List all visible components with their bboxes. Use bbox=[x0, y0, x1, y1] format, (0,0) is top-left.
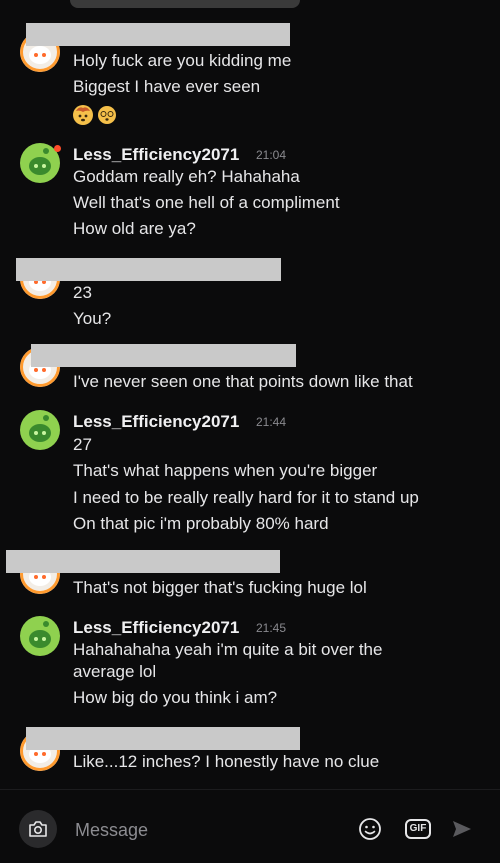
avatar-eye bbox=[34, 431, 38, 435]
message-line: That's not bigger that's fucking huge lo… bbox=[73, 578, 367, 597]
avatar-antenna bbox=[43, 148, 49, 154]
message-line: On that pic i'm probably 80% hard bbox=[73, 514, 329, 533]
redacted-username bbox=[26, 23, 290, 46]
message-line: Holy fuck are you kidding me bbox=[73, 51, 292, 70]
message-line: I need to be really really hard for it t… bbox=[73, 488, 419, 507]
send-button[interactable] bbox=[449, 816, 475, 842]
message-line: Well that's one hell of a compliment bbox=[73, 193, 340, 212]
avatar-eye bbox=[42, 431, 46, 435]
emoji-button[interactable] bbox=[357, 816, 383, 842]
avatar-head bbox=[29, 630, 51, 648]
emoji-icon bbox=[359, 818, 381, 840]
timestamp: 21:44 bbox=[256, 415, 287, 429]
redacted-username bbox=[16, 258, 281, 281]
avatar-antenna bbox=[43, 621, 49, 627]
avatar-antenna bbox=[43, 415, 49, 421]
avatar-eye bbox=[34, 637, 38, 641]
shared-image-preview[interactable] bbox=[70, 0, 300, 8]
camera-button[interactable] bbox=[19, 810, 57, 848]
message-input[interactable] bbox=[73, 817, 337, 843]
avatar-head bbox=[29, 424, 51, 442]
avatar-head bbox=[29, 157, 51, 175]
message-line: How old are ya? bbox=[73, 219, 196, 238]
exploding-head-emoji bbox=[73, 105, 93, 125]
username[interactable]: Less_Efficiency2071 bbox=[73, 617, 239, 639]
message-line: That's what happens when you're bigger bbox=[73, 461, 378, 480]
avatar-eye bbox=[42, 164, 46, 168]
message-composer: GIF bbox=[0, 789, 500, 863]
avatar-eye bbox=[42, 637, 46, 641]
username[interactable]: Less_Efficiency2071 bbox=[73, 144, 239, 166]
avatar-eye bbox=[34, 164, 38, 168]
redacted-username bbox=[6, 550, 280, 573]
timestamp: 21:04 bbox=[256, 148, 287, 162]
send-icon bbox=[453, 821, 471, 837]
online-status-dot bbox=[54, 145, 61, 152]
message-line: Goddam really eh? Hahahaha bbox=[73, 167, 300, 186]
dizzy-face-emoji bbox=[97, 105, 117, 125]
user-avatar[interactable] bbox=[20, 616, 60, 656]
camera-icon bbox=[29, 821, 47, 837]
message-line: I've never seen one that points down lik… bbox=[73, 372, 413, 391]
message-line: Like...12 inches? I honestly have no clu… bbox=[73, 752, 380, 771]
redacted-username bbox=[26, 727, 300, 750]
message-line: Biggest I have ever seen bbox=[73, 77, 261, 96]
timestamp: 21:45 bbox=[256, 621, 287, 635]
message-line: average lol bbox=[73, 662, 157, 681]
gif-button[interactable]: GIF bbox=[404, 816, 432, 842]
message-line: You? bbox=[73, 309, 112, 328]
gif-label: GIF bbox=[404, 819, 432, 839]
message-line: How big do you think i am? bbox=[73, 688, 278, 707]
user-avatar[interactable] bbox=[20, 410, 60, 450]
username[interactable]: Less_Efficiency2071 bbox=[73, 411, 239, 433]
message-line: 27 bbox=[73, 435, 92, 454]
message-line: 23 bbox=[73, 283, 92, 302]
redacted-username bbox=[31, 344, 296, 367]
